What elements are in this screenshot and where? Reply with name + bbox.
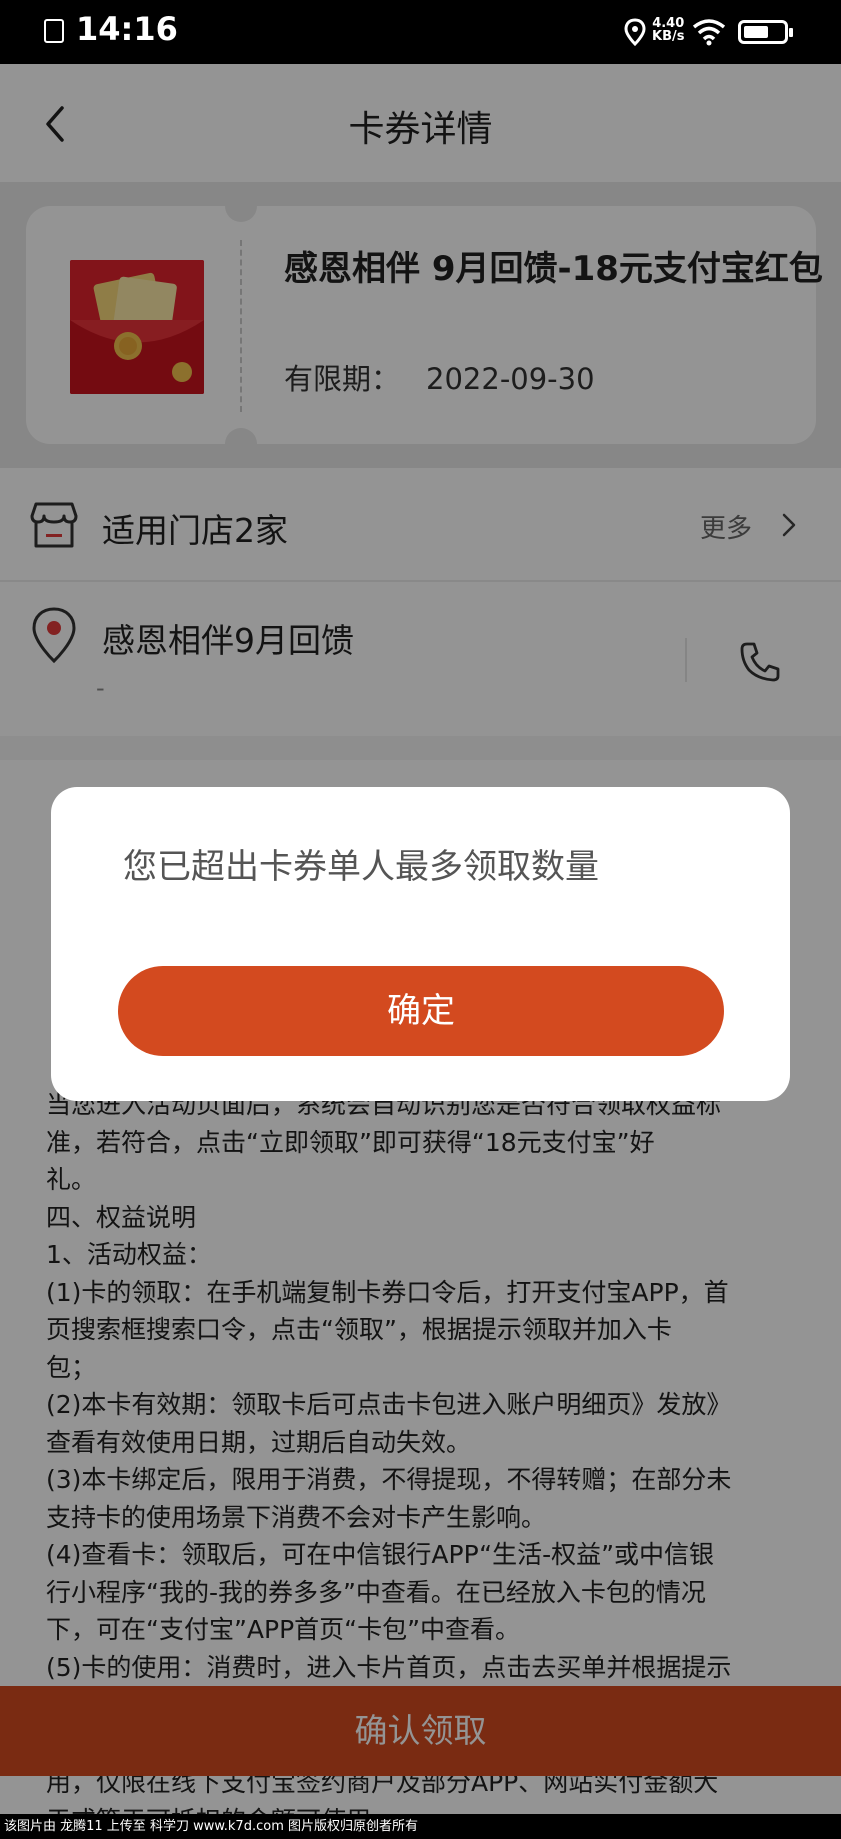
battery-icon bbox=[738, 20, 793, 44]
status-bar: 14:16 4.40 KB/s bbox=[0, 0, 841, 64]
dialog-confirm-button[interactable]: 确定 bbox=[118, 966, 724, 1056]
alert-dialog: 您已超出卡券单人最多领取数量 确定 bbox=[51, 787, 790, 1101]
net-speed-unit: KB/s bbox=[652, 29, 685, 44]
no-sim-icon bbox=[44, 19, 64, 43]
dialog-message: 您已超出卡券单人最多领取数量 bbox=[123, 847, 599, 887]
location-status-icon bbox=[624, 18, 646, 46]
status-time: 14:16 bbox=[76, 10, 178, 48]
net-speed: 4.40 KB/s bbox=[652, 17, 684, 43]
watermark-text: 该图片由 龙腾11 上传至 科学刀 www.k7d.com 图片版权归原创者所有 bbox=[0, 1814, 841, 1839]
wifi-icon bbox=[692, 19, 726, 46]
